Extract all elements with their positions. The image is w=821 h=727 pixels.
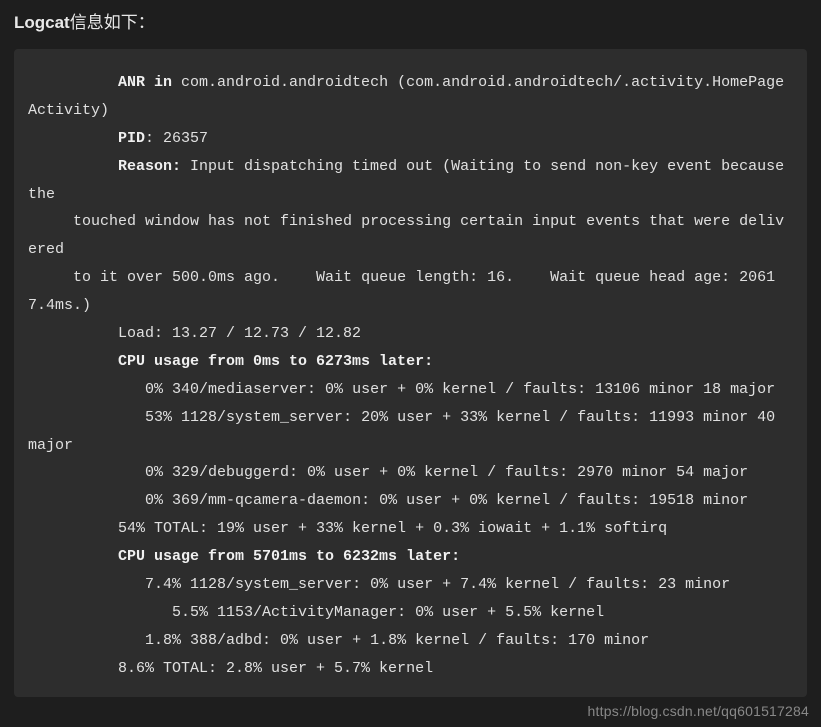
reason-label: Reason: xyxy=(118,158,181,175)
pid-label: PID xyxy=(118,130,145,147)
header-bold: Logcat xyxy=(14,13,70,32)
header-text: Logcat信息如下： xyxy=(0,0,821,43)
logcat-code-block: ANR in com.android.androidtech (com.andr… xyxy=(14,49,807,697)
anr-label: ANR in xyxy=(118,74,172,91)
cpu-usage-1-label: CPU usage from 0ms to 6273ms later: xyxy=(118,353,433,370)
watermark: https://blog.csdn.net/qq601517284 xyxy=(588,703,809,719)
header-suffix: 信息如下： xyxy=(70,13,155,32)
cpu-usage-2-label: CPU usage from 5701ms to 6232ms later: xyxy=(118,548,460,565)
